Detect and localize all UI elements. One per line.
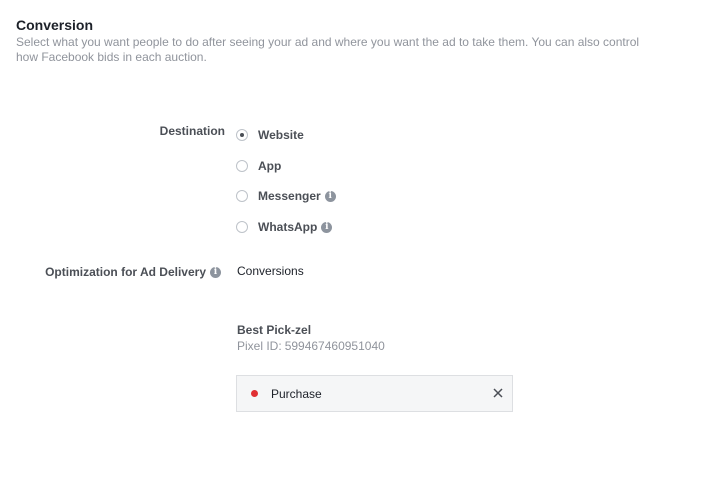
pixel-id-value: 599467460951040 [284, 339, 385, 353]
destination-label: Destination [159, 124, 225, 138]
pixel-name: Best Pick-zel [237, 323, 312, 337]
messenger-label: Messenger [258, 189, 321, 203]
whatsapp-radio[interactable] [236, 221, 248, 233]
section-description: Select what you want people to do after … [16, 35, 640, 64]
messenger-label-group: Messenger i [258, 189, 336, 203]
website-label: Website [258, 128, 304, 142]
optimization-label-group: Optimization for Ad Delivery i [45, 265, 221, 279]
event-name: Purchase [271, 386, 322, 401]
destination-option-app[interactable]: App [236, 159, 281, 173]
pixel-id-label: Pixel ID: [237, 339, 282, 353]
app-label: App [258, 159, 282, 173]
pixel-id: Pixel ID: 599467460951040 [237, 339, 385, 353]
destination-option-whatsapp[interactable]: WhatsApp i [236, 220, 333, 234]
whatsapp-label: WhatsApp [258, 220, 318, 234]
optimization-info-icon[interactable]: i [210, 266, 221, 278]
close-icon[interactable] [491, 386, 505, 400]
optimization-label: Optimization for Ad Delivery [45, 265, 206, 279]
remove-event-button[interactable] [491, 386, 505, 400]
section-title: Conversion [16, 17, 94, 33]
messenger-radio[interactable] [236, 190, 248, 202]
conversion-event-chip[interactable]: Purchase [236, 375, 513, 412]
optimization-value: Conversions [237, 264, 304, 278]
whatsapp-info-icon[interactable]: i [321, 221, 333, 233]
messenger-info-icon[interactable]: i [324, 190, 336, 202]
event-status-dot [251, 390, 258, 397]
website-radio[interactable] [236, 129, 248, 141]
destination-option-website[interactable]: Website [236, 128, 304, 142]
destination-option-messenger[interactable]: Messenger i [236, 189, 336, 203]
whatsapp-label-group: WhatsApp i [258, 220, 333, 234]
app-radio[interactable] [236, 160, 248, 172]
